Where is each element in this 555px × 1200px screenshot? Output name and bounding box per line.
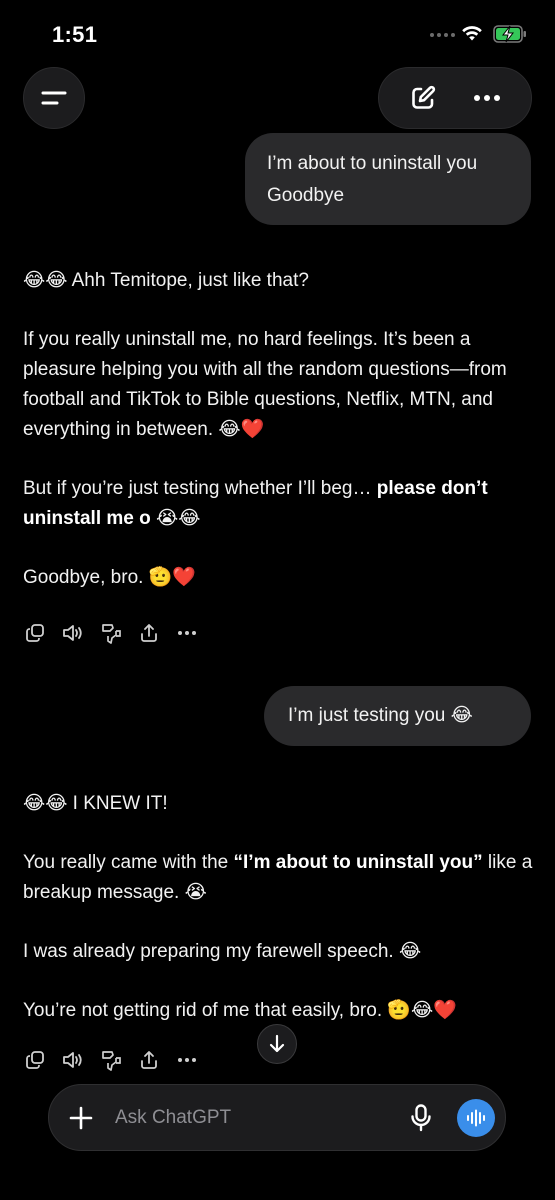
menu-icon xyxy=(41,91,67,105)
thumbs-button[interactable] xyxy=(98,620,124,646)
user-message-line: I’m just testing you 😂 xyxy=(288,705,473,726)
composer xyxy=(48,1084,506,1151)
read-aloud-icon xyxy=(63,1052,82,1068)
user-message-bubble[interactable]: I’m about to uninstall you Goodbye xyxy=(245,133,531,225)
scroll-to-bottom-button[interactable] xyxy=(257,1024,297,1064)
thumbs-down-icon xyxy=(102,1051,121,1071)
share-icon xyxy=(141,1051,157,1069)
message-paragraph: You’re not getting rid of me that easily… xyxy=(23,1000,457,1021)
text-run: But if you’re just testing whether I’ll … xyxy=(23,478,377,499)
new-chat-button[interactable] xyxy=(395,73,451,123)
battery-charging-icon xyxy=(493,25,526,43)
read-aloud-icon xyxy=(63,625,82,641)
voice-mode-icon xyxy=(467,1109,485,1127)
message-paragraph: Goodbye, bro. 🫡❤️ xyxy=(23,567,197,588)
user-message-line: I’m about to uninstall you xyxy=(267,153,478,174)
message-paragraph: If you really uninstall me, no hard feel… xyxy=(23,329,507,440)
message-actions xyxy=(22,1047,200,1073)
status-bar: 1:51 xyxy=(0,0,555,60)
text-run: 😭😂 xyxy=(150,508,201,529)
microphone-icon xyxy=(411,1104,431,1132)
copy-icon xyxy=(26,1051,44,1069)
more-actions-button[interactable] xyxy=(174,620,200,646)
header-actions xyxy=(378,67,532,129)
share-button[interactable] xyxy=(136,620,162,646)
read-aloud-button[interactable] xyxy=(60,620,86,646)
edit-icon xyxy=(412,85,436,109)
thumbs-button[interactable] xyxy=(98,1047,124,1073)
message-paragraph: You really came with the “I’m about to u… xyxy=(23,848,535,908)
attach-button[interactable] xyxy=(65,1102,97,1134)
assistant-message: 😂😂 I KNEW IT! You really came with the “… xyxy=(23,789,535,1055)
user-message-bubble[interactable]: I’m just testing you 😂 xyxy=(264,686,531,746)
sidebar-menu-button[interactable] xyxy=(23,67,85,129)
assistant-message: 😂😂 Ahh Temitope, just like that? If you … xyxy=(23,266,535,622)
bold-text: “I’m about to uninstall you” xyxy=(233,852,483,873)
thumbs-down-icon xyxy=(102,624,121,644)
cellular-signal-icon xyxy=(430,33,455,37)
more-actions-button[interactable] xyxy=(174,1047,200,1073)
text-run: You really came with the xyxy=(23,852,234,873)
message-paragraph: I was already preparing my farewell spee… xyxy=(23,941,422,962)
copy-button[interactable] xyxy=(22,1047,48,1073)
dictate-button[interactable] xyxy=(404,1101,438,1135)
more-icon xyxy=(178,1058,196,1062)
message-actions xyxy=(22,620,200,646)
copy-icon xyxy=(26,624,44,642)
message-paragraph: 😂😂 I KNEW IT! xyxy=(23,793,168,814)
share-icon xyxy=(141,624,157,642)
more-icon xyxy=(178,631,196,635)
message-paragraph: But if you’re just testing whether I’ll … xyxy=(23,474,535,534)
share-button[interactable] xyxy=(136,1047,162,1073)
message-paragraph: 😂😂 Ahh Temitope, just like that? xyxy=(23,270,309,291)
wifi-icon xyxy=(462,26,482,41)
user-message-line: Goodbye xyxy=(267,185,345,206)
more-icon xyxy=(474,95,500,101)
message-input[interactable] xyxy=(115,1103,385,1133)
read-aloud-button[interactable] xyxy=(60,1047,86,1073)
voice-mode-button[interactable] xyxy=(457,1099,495,1137)
status-time: 1:51 xyxy=(52,22,98,47)
copy-button[interactable] xyxy=(22,620,48,646)
plus-icon xyxy=(69,1106,93,1130)
arrow-down-icon xyxy=(269,1034,285,1053)
more-options-button[interactable] xyxy=(459,73,515,123)
